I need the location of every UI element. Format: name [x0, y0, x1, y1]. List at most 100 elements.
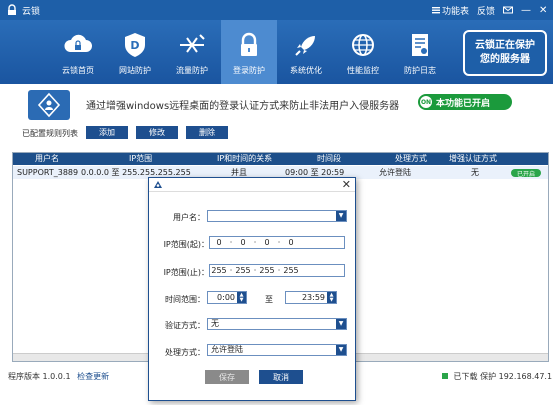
status-dot-icon [442, 373, 448, 379]
auth-method-label: 验证方式： [165, 321, 205, 330]
title-bar-controls: 功能表 反馈 — ✕ [431, 0, 549, 20]
app-logo-icon [8, 4, 16, 15]
chevron-down-icon: ▼ [336, 319, 346, 329]
version-footer: 程序版本 1.0.0.1 检查更新 [8, 371, 109, 382]
rule-status-badge[interactable]: 已开启 [511, 169, 541, 178]
toggle-on-dot: ON [420, 96, 432, 108]
lock-icon [241, 32, 257, 56]
ip-end-octet-2[interactable]: 255 [234, 266, 252, 275]
time-start-stepper-icon[interactable]: ▲ ▼ [237, 292, 246, 303]
nav-item-login-protection[interactable]: 登录防护 [221, 20, 277, 84]
nav-item-website-protection[interactable]: D 网站防护 [107, 20, 163, 84]
feature-status-toggle[interactable]: ON 本功能已开启 [418, 94, 512, 110]
ip-start-octet-1[interactable]: 0 [210, 238, 228, 247]
nav-label-traffic-protection: 流量防护 [176, 66, 208, 75]
feature-description: 通过增强windows远程桌面的登录认证方式来防止非法用户入侵服务器 [86, 101, 400, 112]
feature-badge [28, 90, 70, 120]
time-end-stepper-icon[interactable]: ▲ ▼ [327, 292, 336, 303]
version-text: 程序版本 1.0.0.1 [8, 372, 71, 381]
minimize-button[interactable]: — [521, 5, 531, 16]
time-range-label: 时间范围： [165, 295, 205, 304]
feedback-button[interactable]: 反馈 [477, 4, 495, 17]
table-header: 用户名 IP范围 IP和时间的关系 时间段 处理方式 增强认证方式 [13, 153, 548, 165]
app-title: 云锁 [22, 6, 41, 17]
ip-start-input[interactable]: 0 · 0 · 0 · 0 [209, 236, 345, 249]
ip-start-octet-4[interactable]: 0 [282, 238, 300, 247]
column-header-relation[interactable]: IP和时间的关系 [217, 153, 272, 165]
traffic-icon [180, 34, 205, 53]
action-method-select[interactable]: 允许登陆 ▼ [207, 344, 347, 356]
globe-icon [352, 34, 374, 56]
function-menu-label: 功能表 [441, 6, 469, 17]
feature-status-label: 本功能已开启 [436, 98, 491, 109]
promo-line-2: 您的服务器 [480, 54, 530, 65]
nav-label-website-protection: 网站防护 [119, 66, 151, 75]
nav-label-system-optimize: 系统优化 [290, 66, 322, 75]
nav-item-protection-log[interactable]: 防护日志 [392, 20, 448, 84]
delete-rule-button[interactable]: 删除 [186, 126, 228, 139]
username-select[interactable]: ▼ [207, 210, 347, 222]
time-start-spinner[interactable]: 0:00 ▲ ▼ [207, 291, 247, 304]
chevron-down-icon: ▼ [336, 211, 346, 221]
column-header-username[interactable]: 用户名 [35, 153, 59, 165]
time-end-value: 23:59 [301, 293, 325, 302]
ip-end-octet-3[interactable]: 255 [258, 266, 276, 275]
rule-edit-dialog: ✕ 用户名： ▼ IP范围(起)： 0 · 0 · 0 · 0 IP范围(止)： 25… [148, 177, 356, 401]
rocket-icon [295, 36, 315, 56]
nav-label-login-protection: 登录防护 [233, 66, 265, 75]
nav-item-home[interactable]: 云锁首页 [50, 20, 106, 84]
cloud-lock-icon [64, 34, 92, 52]
column-header-action[interactable]: 处理方式 [395, 153, 427, 165]
time-to-label: 至 [265, 295, 273, 304]
time-end-spinner[interactable]: 23:59 ▲ ▼ [285, 291, 337, 304]
cancel-button[interactable]: 取消 [259, 370, 303, 384]
column-header-ip-range[interactable]: IP范围 [129, 153, 152, 165]
username-label: 用户名： [173, 213, 205, 222]
chevron-down-icon: ▼ [336, 345, 346, 355]
shield-user-icon [37, 92, 61, 118]
protection-promo-banner: 云锁正在保护 您的服务器 [463, 30, 547, 76]
nav-item-performance-monitor[interactable]: 性能监控 [335, 20, 391, 84]
menu-icon [431, 7, 440, 14]
auth-method-select[interactable]: 无 ▼ [207, 318, 347, 330]
cell-action: 允许登陆 [379, 168, 411, 177]
connection-status: 已下载 保护 192.168.47.1 [442, 371, 552, 382]
close-button[interactable]: ✕ [539, 5, 549, 16]
svg-text:D: D [130, 39, 139, 52]
column-header-time[interactable]: 时间段 [317, 153, 341, 165]
save-button[interactable]: 保存 [205, 370, 249, 384]
function-menu-button[interactable]: 功能表 [431, 4, 469, 17]
ip-end-octet-4[interactable]: 255 [282, 266, 300, 275]
configured-rules-label: 已配置规则列表 [22, 129, 78, 138]
nav-item-traffic-protection[interactable]: 流量防护 [164, 20, 220, 84]
auth-method-value: 无 [211, 319, 219, 328]
edit-rule-button[interactable]: 修改 [136, 126, 178, 139]
dialog-close-button[interactable]: ✕ [342, 178, 351, 192]
check-update-link[interactable]: 检查更新 [77, 372, 109, 381]
nav-label-performance-monitor: 性能监控 [347, 66, 379, 75]
time-start-value: 0:00 [217, 293, 235, 302]
dialog-app-icon [154, 181, 162, 188]
title-bar: 云锁 功能表 反馈 — ✕ [0, 0, 553, 20]
nav-item-system-optimize[interactable]: 系统优化 [278, 20, 334, 84]
column-header-auth[interactable]: 增强认证方式 [449, 153, 497, 165]
ip-start-octet-2[interactable]: 0 [234, 238, 252, 247]
action-method-value: 允许登陆 [211, 345, 243, 354]
ip-start-label: IP范围(起)： [163, 240, 209, 249]
main-nav: 云锁首页 D 网站防护 流量防护 登录防护 系统优化 性能监控 防护日志 云锁正… [0, 20, 553, 84]
connection-status-text: 已下载 保护 192.168.47.1 [453, 372, 553, 381]
ip-end-input[interactable]: 255 · 255 · 255 · 255 [209, 264, 345, 277]
add-rule-button[interactable]: 添加 [86, 126, 128, 139]
shield-d-icon: D [125, 33, 145, 57]
dialog-title-bar: ✕ [149, 178, 355, 192]
action-method-label: 处理方式： [165, 348, 205, 357]
mail-icon[interactable] [503, 5, 513, 15]
ip-end-octet-1[interactable]: 255 [210, 266, 228, 275]
ip-start-octet-3[interactable]: 0 [258, 238, 276, 247]
nav-label-home: 云锁首页 [62, 66, 94, 75]
promo-line-1: 云锁正在保护 [475, 40, 535, 51]
ip-end-label: IP范围(止)： [163, 268, 209, 277]
log-icon [412, 34, 428, 56]
nav-label-protection-log: 防护日志 [404, 66, 436, 75]
cell-auth: 无 [471, 168, 479, 177]
